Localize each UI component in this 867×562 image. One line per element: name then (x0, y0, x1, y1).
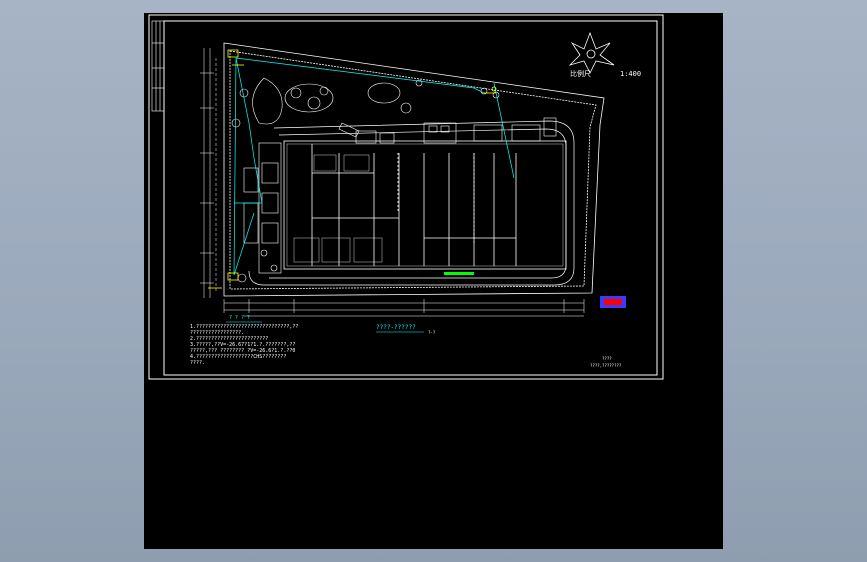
legend-swatch (600, 296, 626, 308)
notes-heading: ? ? ? ? (229, 315, 250, 321)
perimeter-road (248, 120, 575, 286)
landscaping (231, 77, 500, 283)
title-block-line2: ????,???????? (590, 363, 622, 368)
notes-block: 1.???????????????????????????????,?? ???… (190, 324, 298, 366)
left-aux-buildings (243, 142, 282, 274)
left-dimension-chain (200, 48, 217, 298)
site-plan-drawing: 比例尺 1:400 ????-?????? ?-? ? ? ? ? 1.????… (148, 14, 664, 380)
yellow-markers (208, 49, 497, 289)
north-arrow-icon (568, 31, 615, 74)
green-hedge (444, 272, 474, 275)
note-line: ????. (190, 360, 205, 366)
scale-value: 1:400 (620, 70, 641, 78)
cad-viewport[interactable]: 比例尺 1:400 ????-?????? ?-? ? ? ? ? 1.????… (144, 13, 723, 549)
left-title-strip (151, 20, 165, 112)
title-suffix: ?-? (428, 330, 436, 335)
main-building (283, 140, 567, 270)
title-block-line1: ???? (602, 356, 612, 361)
drawing-title: ????-?????? (376, 324, 416, 331)
scale-label: 比例尺 (570, 69, 591, 78)
bottom-dimension-chain (223, 299, 585, 317)
